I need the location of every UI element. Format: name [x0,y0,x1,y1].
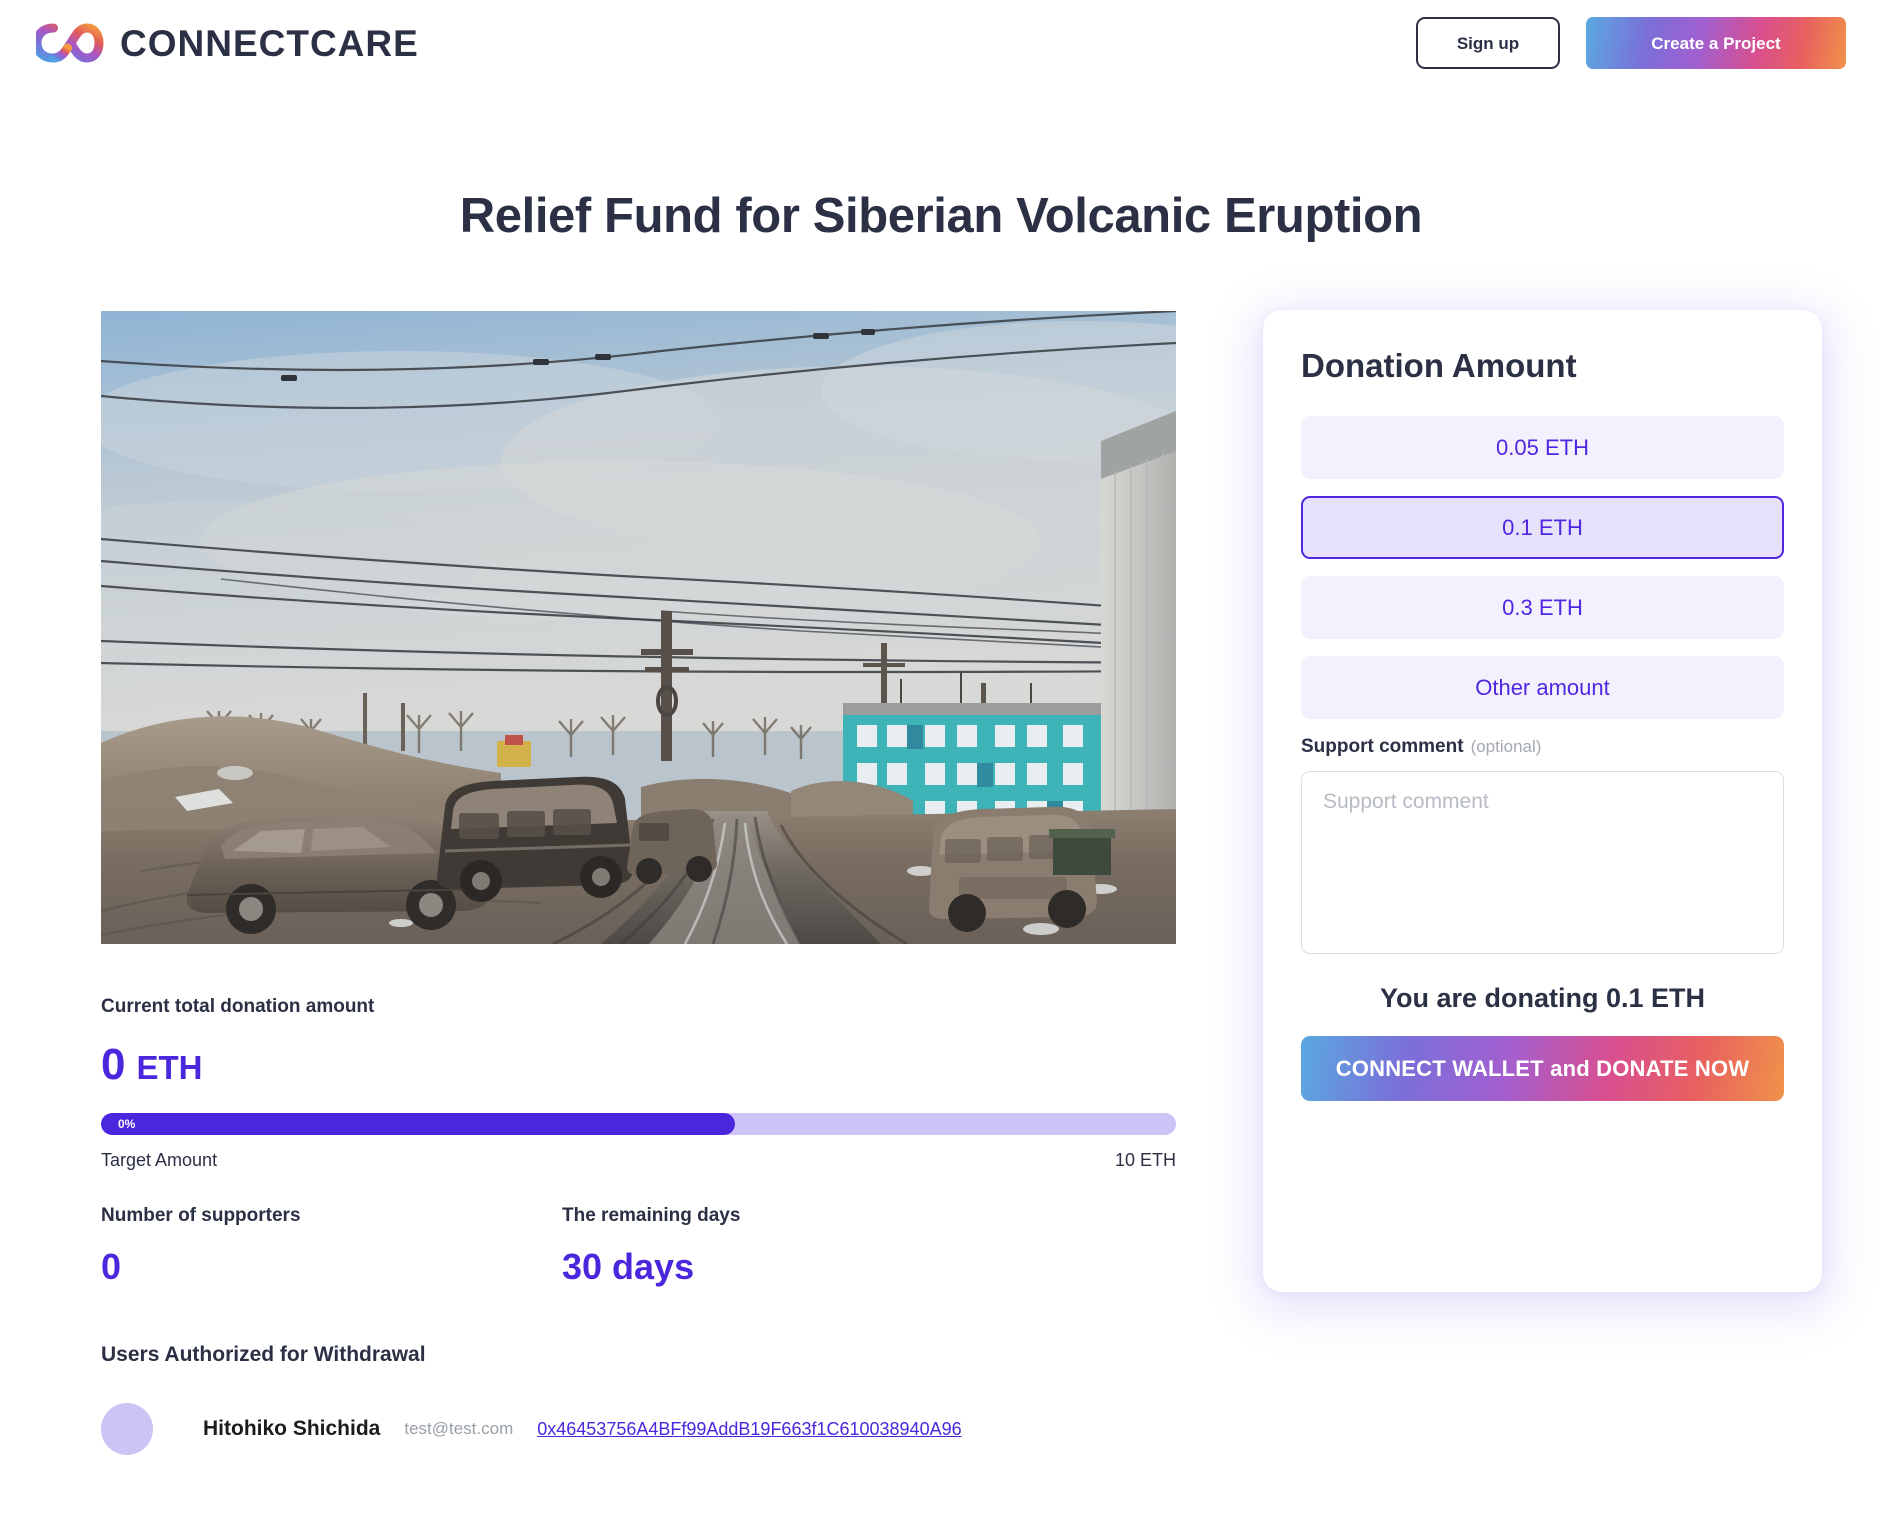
support-comment-input[interactable] [1301,771,1784,954]
user-email: test@test.com [404,1419,514,1438]
avatar [101,1403,153,1455]
remaining-days-label: The remaining days [562,1205,741,1226]
supporters-block: Number of supporters 0 [101,1206,562,1285]
donation-progress-percent: 0% [118,1117,136,1131]
project-hero-image [101,311,1176,944]
donation-progress-fill: 0% [101,1113,736,1135]
car-behind [627,809,717,884]
site-header: CONNECTCARE Sign up Create a Project [0,0,1882,104]
project-main-column: Current total donation amount 0 ETH 0% T… [101,311,1176,1455]
remaining-days-value: 30 days [562,1246,695,1287]
user-name: Hitohiko Shichida [203,1417,381,1440]
header-actions: Sign up Create a Project [1416,17,1846,69]
total-donation-block: Current total donation amount 0 ETH 0% T… [101,997,1176,1171]
secondary-stats: Number of supporters 0 The remaining day… [101,1206,1176,1285]
user-wallet-address-link[interactable]: 0x46453756A4BFf99AddB19F663f1C610038940A… [537,1419,961,1440]
donation-option-0-1[interactable]: 0.1 ETH [1301,496,1784,559]
car-suv [437,776,633,902]
donation-option-0-05[interactable]: 0.05 ETH [1301,416,1784,479]
donation-option-other[interactable]: Other amount [1301,656,1784,719]
total-donation-value: 0 ETH [101,1043,1176,1087]
withdrawal-section-title: Users Authorized for Withdrawal [101,1343,426,1366]
sign-up-button[interactable]: Sign up [1416,17,1560,69]
donation-amount-options: 0.05 ETH 0.1 ETH 0.3 ETH Other amount [1301,416,1784,719]
support-comment-label-text: Support comment [1301,736,1464,757]
page-title: Relief Fund for Siberian Volcanic Erupti… [459,189,1423,243]
supporters-value: 0 [101,1246,122,1287]
donation-panel-title: Donation Amount [1301,347,1577,384]
supporters-label: Number of supporters [101,1205,301,1226]
connect-wallet-donate-button[interactable]: CONNECT WALLET and DONATE NOW [1301,1036,1784,1101]
total-donation-number: 0 [101,1040,126,1089]
list-item: Hitohiko Shichida test@test.com 0x464537… [101,1403,1176,1455]
infinity-logo-icon [36,23,104,63]
donation-progress-bar: 0% [101,1113,1176,1135]
total-donation-label: Current total donation amount [101,996,375,1017]
target-amount-label: Target Amount [101,1150,218,1170]
donation-panel: Donation Amount 0.05 ETH 0.1 ETH 0.3 ETH… [1263,310,1822,1292]
total-donation-unit: ETH [136,1049,203,1086]
brand-name: CONNECTCARE [120,22,419,64]
support-comment-optional-text: (optional) [1470,737,1542,756]
brand[interactable]: CONNECTCARE [36,20,419,66]
page-root: CONNECTCARE Sign up Create a Project Rel… [0,0,1882,1532]
donation-summary-text: You are donating 0.1 ETH [1379,983,1706,1013]
hero-illustration [101,311,1176,944]
remaining-days-block: The remaining days 30 days [562,1206,1023,1285]
create-project-button[interactable]: Create a Project [1586,17,1846,69]
donation-option-0-3[interactable]: 0.3 ETH [1301,576,1784,639]
target-amount-row: Target Amount 10 ETH [101,1150,1176,1171]
target-amount-value: 10 ETH [1114,1150,1176,1170]
support-comment-label: Support comment (optional) [1301,736,1784,758]
